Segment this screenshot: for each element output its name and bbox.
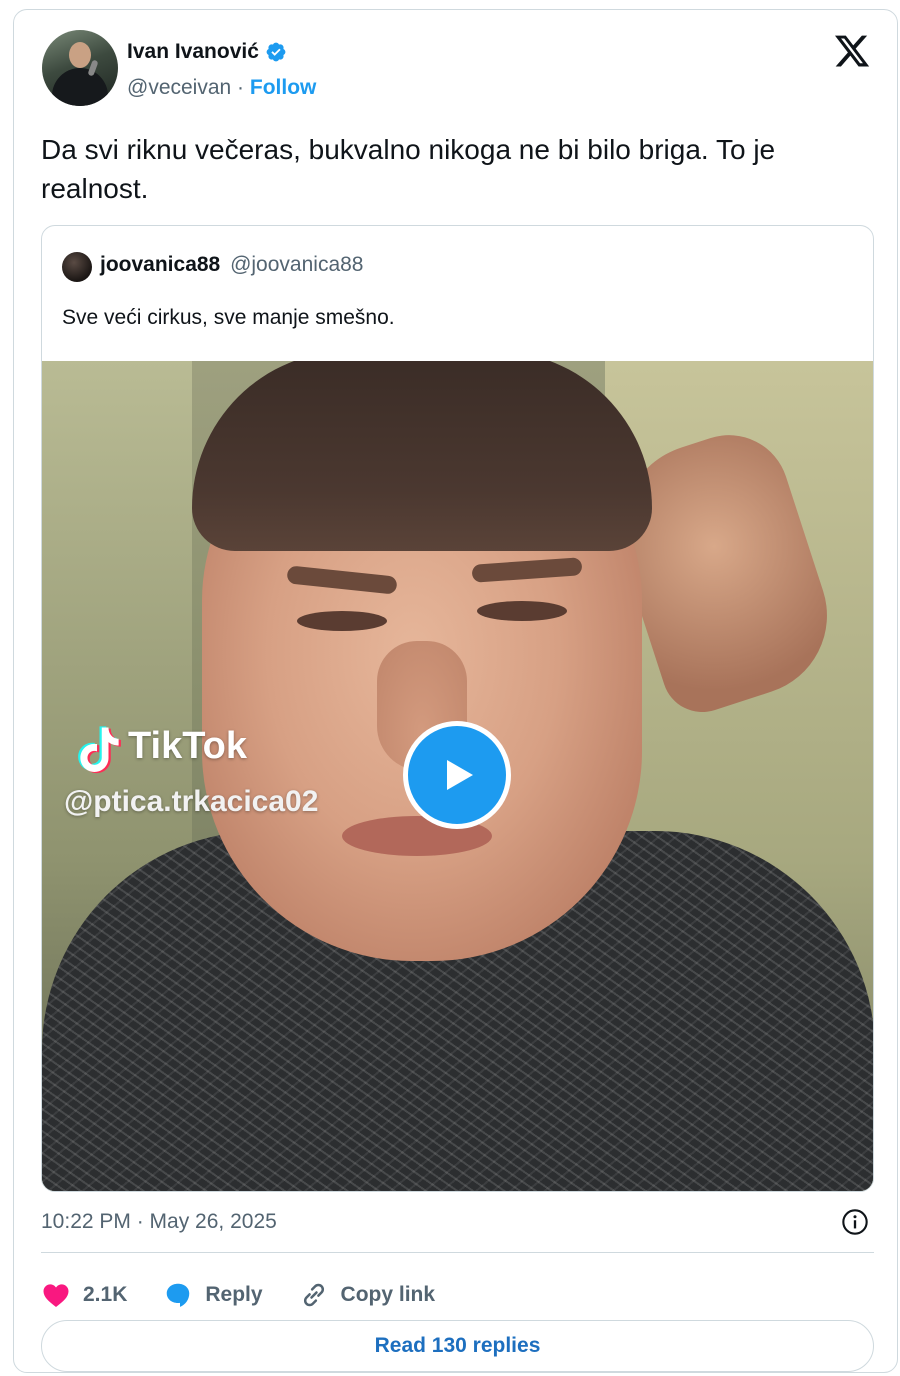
- like-button[interactable]: 2.1K: [41, 1280, 127, 1310]
- avatar-body: [52, 68, 108, 106]
- read-replies-button[interactable]: Read 130 replies: [41, 1320, 874, 1372]
- author-handle[interactable]: @veceivan: [127, 76, 231, 99]
- heart-icon: [43, 1284, 69, 1307]
- video-eye-left: [297, 611, 387, 631]
- reply-bubble-icon: [167, 1283, 190, 1307]
- tiktok-logo-icon: [78, 726, 121, 774]
- avatar-head: [69, 42, 91, 68]
- author-name[interactable]: Ivan Ivanović: [127, 40, 259, 64]
- follow-link[interactable]: Follow: [250, 76, 317, 99]
- quoted-author-avatar[interactable]: [62, 252, 92, 282]
- video-eye-right: [477, 601, 567, 621]
- author-name-row[interactable]: Ivan Ivanović: [127, 40, 287, 64]
- author-handle-row: @veceivan · Follow: [127, 76, 316, 100]
- info-icon[interactable]: [841, 1208, 869, 1236]
- tweet-actions: 2.1K Reply Copy link: [41, 1275, 435, 1315]
- footer-divider: [41, 1252, 874, 1253]
- quoted-author-handle[interactable]: @joovanica88: [230, 253, 363, 276]
- copy-link-label: Copy link: [340, 1283, 436, 1306]
- x-logo-icon[interactable]: [833, 32, 871, 70]
- author-avatar[interactable]: [42, 30, 118, 106]
- play-icon: [447, 760, 473, 790]
- handle-separator: ·: [237, 76, 245, 99]
- like-count: 2.1K: [83, 1283, 128, 1306]
- tweet-timestamp[interactable]: 10:22 PM · May 26, 2025: [41, 1210, 277, 1234]
- play-button[interactable]: [403, 721, 511, 829]
- link-icon: [303, 1283, 324, 1307]
- quoted-author-name[interactable]: joovanica88: [100, 253, 220, 276]
- embedded-tweet-card: Ivan Ivanović @veceivan · Follow Da svi …: [13, 9, 898, 1373]
- tiktok-watermark-brand: TikTok: [128, 725, 247, 767]
- tiktok-watermark-user: @ptica.trkacica02: [64, 785, 319, 818]
- reply-button[interactable]: Reply: [163, 1280, 263, 1310]
- video-hair: [192, 361, 652, 551]
- reply-label: Reply: [205, 1283, 263, 1306]
- verified-badge-icon: [266, 42, 286, 62]
- quoted-tweet-text: Sve veći cirkus, sve manje smešno.: [62, 306, 395, 329]
- tweet-text: Da svi riknu večeras, bukvalno nikoga ne…: [41, 134, 776, 204]
- video-media[interactable]: TikTok @ptica.trkacica02: [42, 361, 873, 1191]
- quoted-author-row: joovanica88 @joovanica88: [100, 253, 363, 277]
- quoted-tweet[interactable]: joovanica88 @joovanica88 Sve veći cirkus…: [41, 225, 874, 1192]
- copy-link-button[interactable]: Copy link: [299, 1280, 436, 1310]
